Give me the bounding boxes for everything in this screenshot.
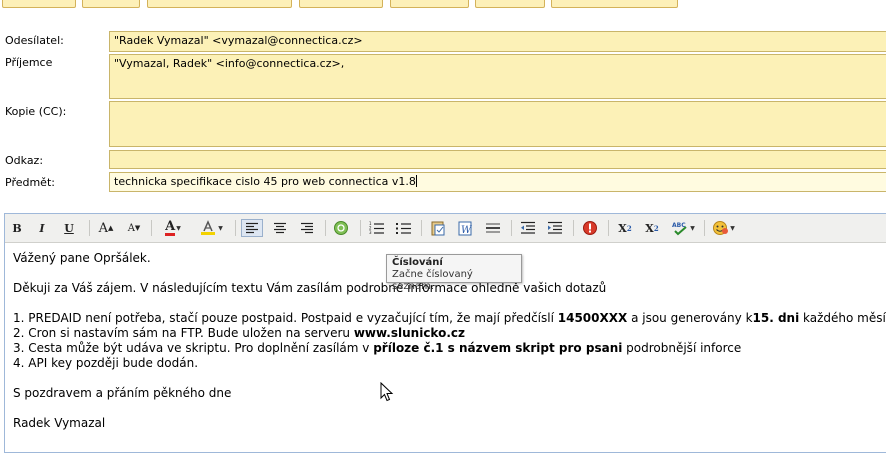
toolbar-separator (151, 220, 152, 236)
greeting-line: Vážený pane Opršálek. (13, 251, 151, 265)
remove-format-icon[interactable] (580, 219, 600, 237)
list-item-1-day: 15. dni (752, 311, 800, 325)
align-right-icon[interactable] (296, 219, 318, 237)
outdent-icon[interactable] (518, 219, 538, 237)
toolbar-separator (511, 220, 512, 236)
intro-line: Děkuji za Váš zájem. V následujícím text… (13, 281, 607, 295)
list-item-4: 4. API key později bude dodán. (13, 356, 199, 370)
toolbar-separator (325, 220, 326, 236)
reply-field[interactable] (109, 150, 886, 169)
insert-link-icon[interactable] (331, 219, 351, 237)
bulleted-list-icon[interactable] (394, 219, 414, 237)
superscript-icon[interactable]: X2 (642, 219, 662, 237)
from-field[interactable]: "Radek Vymazal" <vymazal@connectica.cz> (109, 31, 886, 52)
text-color-glyph: A (165, 218, 176, 236)
list-item-3: 3. Cesta může být udáva ve skriptu. Pro … (13, 341, 741, 355)
decrease-font-icon[interactable]: A ▼ (125, 219, 143, 237)
list-item-2: 2. Cron si nastavím sám na FTP. Bude ulo… (13, 326, 465, 340)
action-button-2[interactable] (82, 0, 140, 8)
toolbar-separator (704, 220, 705, 236)
text-color-icon[interactable]: A ▼ (159, 219, 187, 237)
subject-value: technicka specifikace cislo 45 pro web c… (114, 175, 416, 188)
list-item-3-attachment: příloze č.1 s názvem skript pro psani (373, 341, 623, 355)
increase-font-icon[interactable]: A ▲ (97, 219, 115, 237)
top-action-bar (0, 0, 886, 12)
increase-font-glyph: A (98, 220, 108, 236)
subject-label: Předmět: (5, 176, 55, 189)
list-item-3-text: 3. Cesta může být udáva ve skriptu. Pro … (13, 341, 374, 355)
emoticon-icon[interactable]: ▼ (709, 219, 737, 237)
spellcheck-icon[interactable]: ABC ▼ (669, 219, 697, 237)
align-left-icon[interactable] (241, 219, 263, 237)
paste-text-icon[interactable] (428, 219, 448, 237)
list-item-2-server: www.slunicko.cz (353, 326, 465, 340)
svg-text:3: 3 (369, 230, 372, 235)
tooltip-title: Číslování (392, 257, 443, 268)
toolbar-separator (360, 220, 361, 236)
action-button-6[interactable] (475, 0, 545, 8)
action-button-7[interactable] (551, 0, 678, 8)
decrease-font-glyph: A (127, 222, 135, 234)
signature-line: Radek Vymazal (13, 416, 106, 430)
horizontal-rule-icon[interactable] (483, 219, 503, 237)
list-item-1-text-3: každého měsíce. (803, 311, 886, 325)
editor-toolbar: B I U A ▲ A ▼ A ▼ ▼ 123 W X 2 X 2 ABC ▼ … (5, 214, 886, 243)
indent-icon[interactable] (545, 219, 565, 237)
numbered-list-tooltip: Číslování Začne číslovaný seznam. (386, 254, 522, 292)
list-item-1-prefix: 14500XXX (557, 311, 628, 325)
numbered-list-icon[interactable]: 123 (367, 219, 387, 237)
reply-label: Odkaz: (5, 154, 44, 167)
paste-word-icon[interactable]: W (455, 219, 475, 237)
to-field[interactable]: "Vymazal, Radek" <info@connectica.cz>, (109, 54, 886, 99)
highlight-icon[interactable]: ▼ (197, 219, 225, 237)
list-item-1-text-2: a jsou generovány k (627, 311, 753, 325)
toolbar-separator (421, 220, 422, 236)
subject-field[interactable]: technicka specifikace cislo 45 pro web c… (109, 172, 886, 192)
list-item-1-text: 1. PREDAID není potřeba, stačí pouze pos… (13, 311, 558, 325)
subscript-icon[interactable]: X2 (615, 219, 635, 237)
toolbar-separator (89, 220, 90, 236)
toolbar-separator (608, 220, 609, 236)
toolbar-separator (235, 220, 236, 236)
underline-icon[interactable]: U (61, 219, 77, 237)
toolbar-separator (573, 220, 574, 236)
list-item-3-text-2: podrobnější inforce (622, 341, 742, 355)
cc-field[interactable] (109, 101, 886, 147)
list-item-1: 1. PREDAID není potřeba, stačí pouze pos… (13, 311, 886, 325)
action-button-1[interactable] (2, 0, 76, 8)
from-label: Odesílatel: (5, 34, 64, 47)
bold-icon[interactable]: B (9, 219, 25, 237)
italic-icon[interactable]: I (34, 219, 50, 237)
svg-text:W: W (461, 225, 472, 236)
action-button-3[interactable] (147, 0, 292, 8)
tooltip-description: Začne číslovaný seznam. (392, 269, 473, 292)
align-center-icon[interactable] (269, 219, 291, 237)
mouse-pointer-icon (380, 381, 394, 405)
action-button-5[interactable] (390, 0, 469, 8)
closing-line: S pozdravem a přáním pěkného dne (13, 386, 232, 400)
action-button-4[interactable] (299, 0, 383, 8)
list-item-2-text: 2. Cron si nastavím sám na FTP. Bude ulo… (13, 326, 354, 340)
cc-label: Kopie (CC): (5, 105, 67, 118)
to-label: Příjemce (5, 56, 53, 69)
text-caret (415, 175, 417, 187)
